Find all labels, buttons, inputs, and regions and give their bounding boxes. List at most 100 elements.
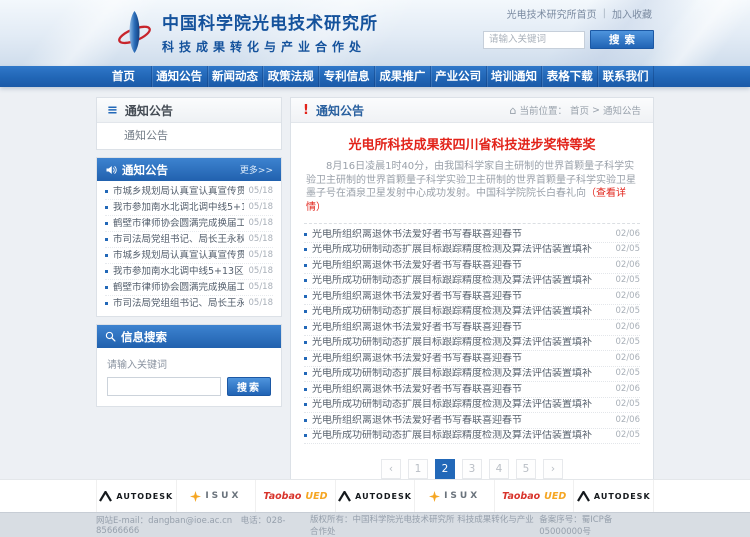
partner-logo-text: Taobao (502, 491, 540, 502)
logo-emblem-icon (116, 10, 153, 58)
sidebar-notice-link[interactable]: 鹤壁市律师协会圆满完成换届工作 (113, 218, 244, 229)
page-button[interactable]: 4 (489, 459, 509, 479)
sidebar-notice-date: 05/18 (249, 202, 274, 213)
sidebar-notice-panel: 通知公告 更多>> 市城乡规划局认真宣认真宣传贯彻点加.. 05/18 我市参加… (96, 157, 282, 317)
add-favorite-link[interactable]: 加入收藏 (612, 6, 652, 21)
partner-logo-autodesk: AUTODESK (574, 480, 654, 512)
bullet-icon (304, 248, 307, 251)
sidebar-notice-link[interactable]: 鹤壁市律师协会圆满完成换届工工 工作 (113, 282, 244, 293)
page: 光电技术研究所首页 | 加入收藏 (0, 0, 750, 537)
more-link[interactable]: 更多>> (240, 163, 273, 176)
notice-link[interactable]: 光电所组织离退休书法爱好者书写春联喜迎春节 (312, 260, 610, 272)
bullet-icon (304, 434, 307, 437)
sidebar-notice-link[interactable]: 市司法局党组书记、局长王永秋到 (113, 234, 244, 245)
main-panel-header: ! 通知公告 ⌂ 当前位置： 首页 > 通知公告 (291, 98, 653, 123)
notice-date: 02/06 (616, 291, 641, 303)
nav-item[interactable]: 专利信息 (319, 66, 375, 87)
notice-row: 光电所组织离退休书法爱好者书写春联喜迎春节 02/06 (304, 258, 640, 274)
nav-item[interactable]: 通知公告 (152, 66, 208, 87)
sidebar-notice-date: 05/18 (249, 250, 274, 261)
breadcrumb-separator: > (592, 105, 600, 116)
notice-link[interactable]: 光电所组织离退休书法爱好者书写春联喜迎春节 (312, 229, 610, 241)
sidebar-notice-row: 鹤壁市律师协会圆满完成换届工作 05/18 (105, 216, 273, 232)
sidebar-menu-header: ≡ 通知公告 (97, 98, 281, 123)
sidebar-notice-link[interactable]: 市城乡规划局认真宣认真宣传贯彻点加.. (113, 186, 244, 197)
site-title: 中国科学院光电技术研究所 (162, 14, 378, 34)
speaker-icon (105, 164, 117, 176)
bullet-icon (105, 286, 108, 289)
partner-logo-autodesk: AUTODESK (97, 480, 177, 512)
notice-link[interactable]: 光电所成功研制动态扩展目标跟踪精度检测及算法评估装置填补 (312, 244, 610, 256)
bullet-icon (304, 310, 307, 313)
notice-link[interactable]: 光电所成功研制动态扩展目标跟踪精度检测及算法评估装置填补 (312, 399, 610, 411)
notice-row: 光电所组织离退休书法爱好者书写春联喜迎春节 02/06 (304, 227, 640, 243)
notice-link[interactable]: 光电所组织离退休书法爱好者书写春联喜迎春节 (312, 353, 610, 365)
partner-logo-text: ISUX (444, 491, 480, 501)
search-button[interactable]: 搜索 (590, 30, 654, 49)
notice-link[interactable]: 光电所成功研制动态扩展目标跟踪精度检测及算法评估装置填补 (312, 368, 610, 380)
page-button-active[interactable]: 2 (435, 459, 455, 479)
page-button[interactable]: 1 (408, 459, 428, 479)
page-button[interactable]: ‹ (381, 459, 401, 479)
notice-link[interactable]: 光电所成功研制动态扩展目标跟踪精度检测及算法评估装置填补 (312, 306, 610, 318)
sidebar-search-panel: 信息搜索 请输入关键词 搜索 (96, 324, 282, 407)
notice-link[interactable]: 光电所组织离退休书法爱好者书写春联喜迎春节 (312, 322, 610, 334)
sidebar: ≡ 通知公告 通知公告 通知公告 更多>> 市城乡规划局认真宣认真宣传贯彻点加.… (96, 97, 282, 414)
notice-link[interactable]: 光电所组织离退休书法爱好者书写春联喜迎春节 (312, 291, 610, 303)
notice-link[interactable]: 光电所成功研制动态扩展目标跟踪精度检测及算法评估装置填补 (312, 275, 610, 287)
bullet-icon (304, 326, 307, 329)
notice-row: 光电所组织离退休书法爱好者书写春联喜迎春节 02/06 (304, 289, 640, 305)
nav-item[interactable]: 联系我们 (598, 66, 654, 87)
bullet-icon (105, 254, 108, 257)
isux-star-icon (190, 491, 201, 502)
sidebar-notice-link[interactable]: 市司法局党组组书记、局长王永秋到 (113, 298, 244, 309)
main-nav: 首页通知公告新闻动态政策法规专利信息成果推广产业公司培训通知表格下载联系我们 (0, 66, 750, 87)
nav-item[interactable]: 首页 (96, 66, 152, 87)
menu-list-icon: ≡ (107, 103, 118, 118)
featured-article: 光电所科技成果获四川省科技进步奖特等奖 8月16日凌晨1时40分，由我国科学家自… (304, 123, 640, 224)
nav-item[interactable]: 新闻动态 (208, 66, 264, 87)
autodesk-mark-icon (338, 491, 351, 502)
sidebar-menu-item-notices[interactable]: 通知公告 (97, 123, 281, 149)
keyword-label: 请输入关键词 (107, 356, 271, 371)
notice-link[interactable]: 光电所成功研制动态扩展目标跟踪精度检测及算法评估装置填补 (312, 430, 610, 442)
keyword-input[interactable] (107, 377, 221, 396)
notice-link[interactable]: 光电所组织离退休书法爱好者书写春联喜迎春节 (312, 384, 610, 396)
sidebar-notice-row: 市城乡规划局认真宣认真宣传贯彻点加.. 05/18 (105, 184, 273, 200)
nav-item[interactable]: 产业公司 (431, 66, 487, 87)
content: ≡ 通知公告 通知公告 通知公告 更多>> 市城乡规划局认真宣认真宣传贯彻点加.… (96, 97, 654, 496)
notice-row: 光电所组织离退休书法爱好者书写春联喜迎春节 02/06 (304, 351, 640, 367)
magnifier-icon (105, 331, 116, 342)
notice-link[interactable]: 光电所成功研制动态扩展目标跟踪精度检测及算法评估装置填补 (312, 337, 610, 349)
sidebar-notice-row: 市司法局党组书记、局长王永秋到 05/18 (105, 232, 273, 248)
notice-link[interactable]: 光电所组织离退休书法爱好者书写春联喜迎春节 (312, 415, 610, 427)
nav-item[interactable]: 培训通知 (487, 66, 543, 87)
sidebar-notice-link[interactable]: 我市参加南水北调中线5+13区域旅游 (113, 266, 244, 277)
partner-logo-isux: ISUX (177, 480, 257, 512)
notice-date: 02/05 (616, 430, 641, 442)
sidebar-notice-link[interactable]: 我市参加南水北调北调中线5+13区域旅游 (113, 202, 244, 213)
sidebar-notice-row: 鹤壁市律师协会圆满完成换届工工 工作 05/18 (105, 280, 273, 296)
nav-item[interactable]: 政策法规 (263, 66, 319, 87)
institute-home-link[interactable]: 光电技术研究所首页 (507, 6, 597, 21)
footer-contact: 网站E-mail：dangban@ioe.ac.cn 电话：028-856666… (96, 514, 310, 536)
partner-logo-text: AUTODESK (594, 492, 651, 501)
featured-article-title[interactable]: 光电所科技成果获四川省科技进步奖特等奖 (306, 134, 638, 153)
sidebar-search-button[interactable]: 搜索 (227, 377, 271, 396)
autodesk-mark-icon (577, 491, 590, 502)
breadcrumb-home-link[interactable]: 首页 (570, 103, 589, 117)
page-button[interactable]: 5 (516, 459, 536, 479)
logo-text: 中国科学院光电技术研究所 科技成果转化与产业合作处 (162, 14, 378, 55)
notice-date: 02/06 (616, 322, 641, 334)
page-button[interactable]: 3 (462, 459, 482, 479)
bullet-icon (105, 190, 108, 193)
page-button[interactable]: › (543, 459, 563, 479)
sidebar-notice-date: 05/18 (249, 298, 274, 309)
search-input[interactable] (483, 31, 585, 49)
breadcrumb-current[interactable]: 通知公告 (603, 103, 641, 117)
sidebar-notice-row: 市城乡规划局认真宣认真宣传贯彻点加.. 05/18 (105, 248, 273, 264)
partner-logo-taobao: TaobaoUED (256, 480, 336, 512)
sidebar-notice-link[interactable]: 市城乡规划局认真宣认真宣传贯彻点加.. (113, 250, 244, 261)
nav-item[interactable]: 成果推广 (375, 66, 431, 87)
nav-item[interactable]: 表格下载 (542, 66, 598, 87)
